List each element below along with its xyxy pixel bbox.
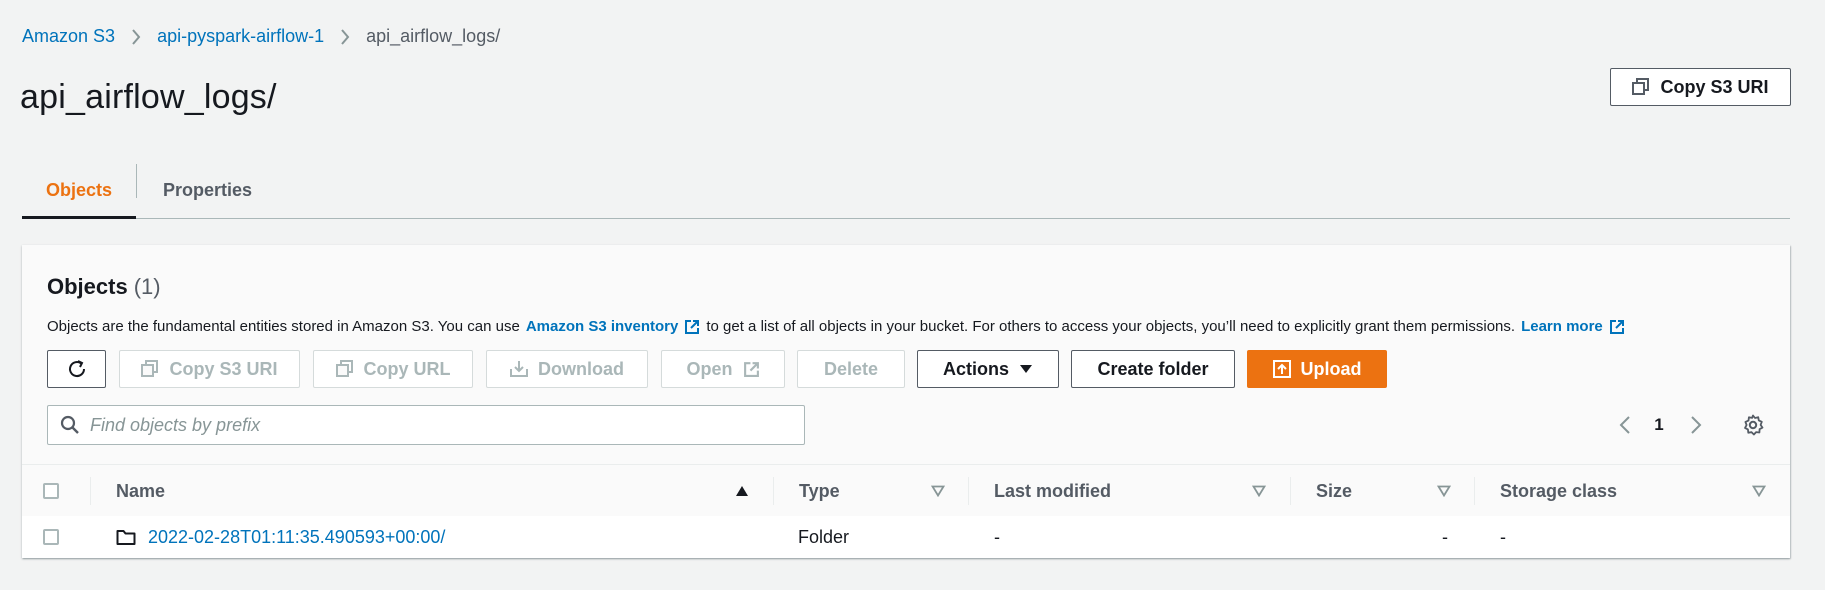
delete-label: Delete (823, 358, 879, 379)
sort-ascending-icon (735, 485, 749, 497)
sort-descending-icon (931, 485, 945, 497)
previous-page-button[interactable] (1615, 405, 1635, 445)
refresh-icon (66, 358, 88, 380)
column-divider (1474, 477, 1475, 505)
chevron-right-icon (338, 27, 352, 47)
sort-type-button[interactable] (931, 465, 945, 517)
tab-objects[interactable]: Objects (22, 162, 136, 219)
copy-s3-uri-toolbar-button[interactable]: Copy S3 URI (119, 350, 300, 388)
upload-button[interactable]: Upload (1247, 350, 1387, 388)
sort-descending-icon (1437, 485, 1451, 497)
learn-more-label: Learn more (1521, 318, 1603, 335)
column-divider (968, 477, 969, 505)
tab-divider (136, 164, 137, 198)
table-header: Name Type Last modified Size Storage cla… (22, 464, 1790, 518)
external-link-icon (684, 319, 700, 335)
copy-s3-uri-toolbar-label: Copy S3 URI (169, 358, 278, 379)
objects-panel: Objects (1) Objects are the fundamental e… (22, 245, 1790, 558)
storage-class-cell: - (1500, 526, 1506, 547)
copy-icon (335, 360, 354, 378)
copy-icon (1632, 78, 1650, 96)
actions-label: Actions (942, 358, 1009, 379)
page-title: api_airflow_logs/ (20, 78, 277, 116)
chevron-right-icon (1690, 415, 1702, 435)
breadcrumb-current: api_airflow_logs/ (366, 26, 501, 46)
chevron-left-icon (1619, 415, 1631, 435)
chevron-right-icon (129, 27, 143, 47)
table-preferences-button[interactable] (1740, 405, 1766, 445)
sort-descending-icon (1752, 485, 1766, 497)
copy-url-button[interactable]: Copy URL (313, 350, 473, 388)
column-header-size[interactable]: Size (1316, 465, 1352, 517)
breadcrumb-item-bucket[interactable]: api-pyspark-airflow-1 (157, 26, 324, 47)
sort-size-button[interactable] (1437, 465, 1451, 517)
column-header-storage-class[interactable]: Storage class (1500, 465, 1617, 517)
objects-title-text: Objects (47, 274, 128, 299)
size-cell: - (1442, 526, 1448, 547)
search-input[interactable] (90, 407, 804, 443)
breadcrumb: Amazon S3 api-pyspark-airflow-1 api_airf… (22, 26, 500, 47)
select-all-checkbox[interactable] (43, 483, 59, 499)
objects-count: (1) (133, 274, 161, 299)
copy-url-label: Copy URL (363, 358, 451, 379)
breadcrumb-item-amazon-s3[interactable]: Amazon S3 (22, 26, 115, 47)
column-divider (1290, 477, 1291, 505)
row-select-cell (43, 516, 59, 558)
copy-s3-uri-label: Copy S3 URI (1660, 76, 1769, 97)
sort-storage-class-button[interactable] (1752, 465, 1766, 517)
tab-properties[interactable]: Properties (163, 162, 252, 218)
column-divider (90, 477, 91, 505)
page-number-1[interactable]: 1 (1644, 405, 1674, 445)
upload-icon (1272, 360, 1291, 378)
next-page-button[interactable] (1686, 405, 1706, 445)
tab-objects-label: Objects (45, 179, 113, 200)
column-divider (773, 477, 774, 505)
copy-s3-uri-button[interactable]: Copy S3 URI (1610, 68, 1791, 106)
delete-button[interactable]: Delete (797, 350, 905, 388)
external-link-icon (1609, 319, 1625, 335)
tab-list: Objects Properties (22, 162, 1790, 219)
desc-text-2: to get a list of all objects in your buc… (706, 318, 1516, 335)
copy-icon (141, 360, 159, 378)
row-checkbox[interactable] (43, 529, 59, 545)
last-modified-cell: - (994, 526, 1000, 547)
sort-name-button[interactable] (735, 465, 749, 517)
download-label: Download (538, 358, 624, 379)
folder-icon (116, 528, 136, 546)
search-field[interactable] (47, 405, 805, 445)
sort-last-modified-button[interactable] (1252, 465, 1266, 517)
learn-more-link[interactable]: Learn more (1521, 318, 1625, 335)
objects-description: Objects are the fundamental entities sto… (47, 318, 1631, 335)
caret-down-icon (1019, 364, 1033, 374)
actions-dropdown[interactable]: Actions (917, 350, 1059, 388)
download-icon (510, 360, 528, 378)
table-row: 2022-02-28T01:11:35.490593+00:00/ Folder… (22, 516, 1790, 558)
desc-text-1: Objects are the fundamental entities sto… (47, 318, 520, 335)
folder-link[interactable]: 2022-02-28T01:11:35.490593+00:00/ (148, 527, 445, 548)
refresh-button[interactable] (47, 350, 106, 388)
search-icon (60, 415, 80, 435)
sort-descending-icon (1252, 485, 1266, 497)
create-folder-button[interactable]: Create folder (1071, 350, 1235, 388)
objects-panel-title: Objects (1) (47, 274, 161, 300)
type-cell: Folder (798, 526, 850, 547)
amazon-s3-inventory-link[interactable]: Amazon S3 inventory (526, 318, 701, 335)
create-folder-label: Create folder (1097, 358, 1209, 379)
download-button[interactable]: Download (486, 350, 648, 388)
open-button[interactable]: Open (661, 350, 785, 388)
select-all-cell (43, 465, 59, 517)
column-header-type[interactable]: Type (799, 465, 840, 517)
open-label: Open (686, 358, 733, 379)
gear-icon (1742, 414, 1764, 436)
inventory-link-label: Amazon S3 inventory (525, 318, 679, 335)
tab-properties-label: Properties (163, 179, 253, 200)
column-header-last-modified[interactable]: Last modified (994, 465, 1111, 517)
external-link-icon (743, 361, 760, 378)
upload-label: Upload (1300, 358, 1362, 379)
name-cell: 2022-02-28T01:11:35.490593+00:00/ (116, 516, 445, 558)
column-header-name[interactable]: Name (116, 465, 165, 517)
